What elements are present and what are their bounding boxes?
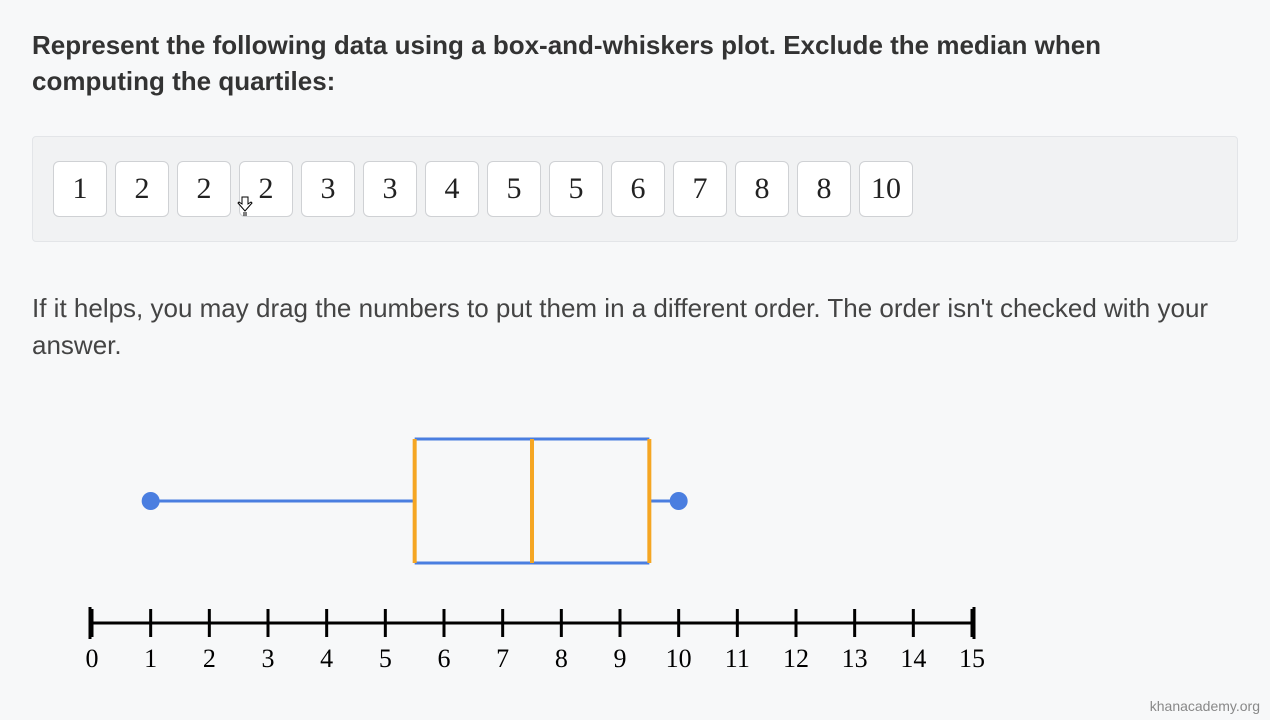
data-card[interactable]: 8 [735,161,789,217]
axis-tick-label: 12 [783,644,809,673]
boxplot-svg[interactable]: 0123456789101112131415 [62,405,1002,685]
axis-tick-label: 13 [842,644,868,673]
data-values-strip: 122233455678810 [32,136,1238,242]
data-card[interactable]: 10 [859,161,913,217]
data-card[interactable]: 5 [487,161,541,217]
axis-tick-label: 11 [725,644,750,673]
axis-tick-label: 0 [86,644,99,673]
axis-tick-label: 4 [320,644,333,673]
axis-tick-label: 15 [959,644,985,673]
axis-tick-label: 7 [496,644,509,673]
data-card[interactable]: 2 [115,161,169,217]
axis-tick-label: 14 [900,644,926,673]
axis-tick-label: 9 [614,644,627,673]
max-point[interactable] [670,492,688,510]
hint-text: If it helps, you may drag the numbers to… [32,290,1238,365]
data-card[interactable]: 4 [425,161,479,217]
data-card[interactable]: 6 [611,161,665,217]
question-prompt: Represent the following data using a box… [32,28,1238,100]
data-card[interactable]: 2 [177,161,231,217]
data-card[interactable]: 7 [673,161,727,217]
data-card[interactable]: 2 [239,161,293,217]
axis-tick-label: 10 [666,644,692,673]
min-point[interactable] [142,492,160,510]
data-card[interactable]: 3 [301,161,355,217]
axis-tick-label: 3 [262,644,275,673]
data-card[interactable]: 1 [53,161,107,217]
data-card[interactable]: 3 [363,161,417,217]
watermark: khanacademy.org [1150,698,1260,714]
boxplot-area[interactable]: 0123456789101112131415 [62,405,1002,685]
axis-tick-label: 6 [438,644,451,673]
data-card[interactable]: 8 [797,161,851,217]
axis-tick-label: 5 [379,644,392,673]
axis-tick-label: 2 [203,644,216,673]
axis-tick-label: 1 [144,644,157,673]
axis-tick-label: 8 [555,644,568,673]
data-card[interactable]: 5 [549,161,603,217]
